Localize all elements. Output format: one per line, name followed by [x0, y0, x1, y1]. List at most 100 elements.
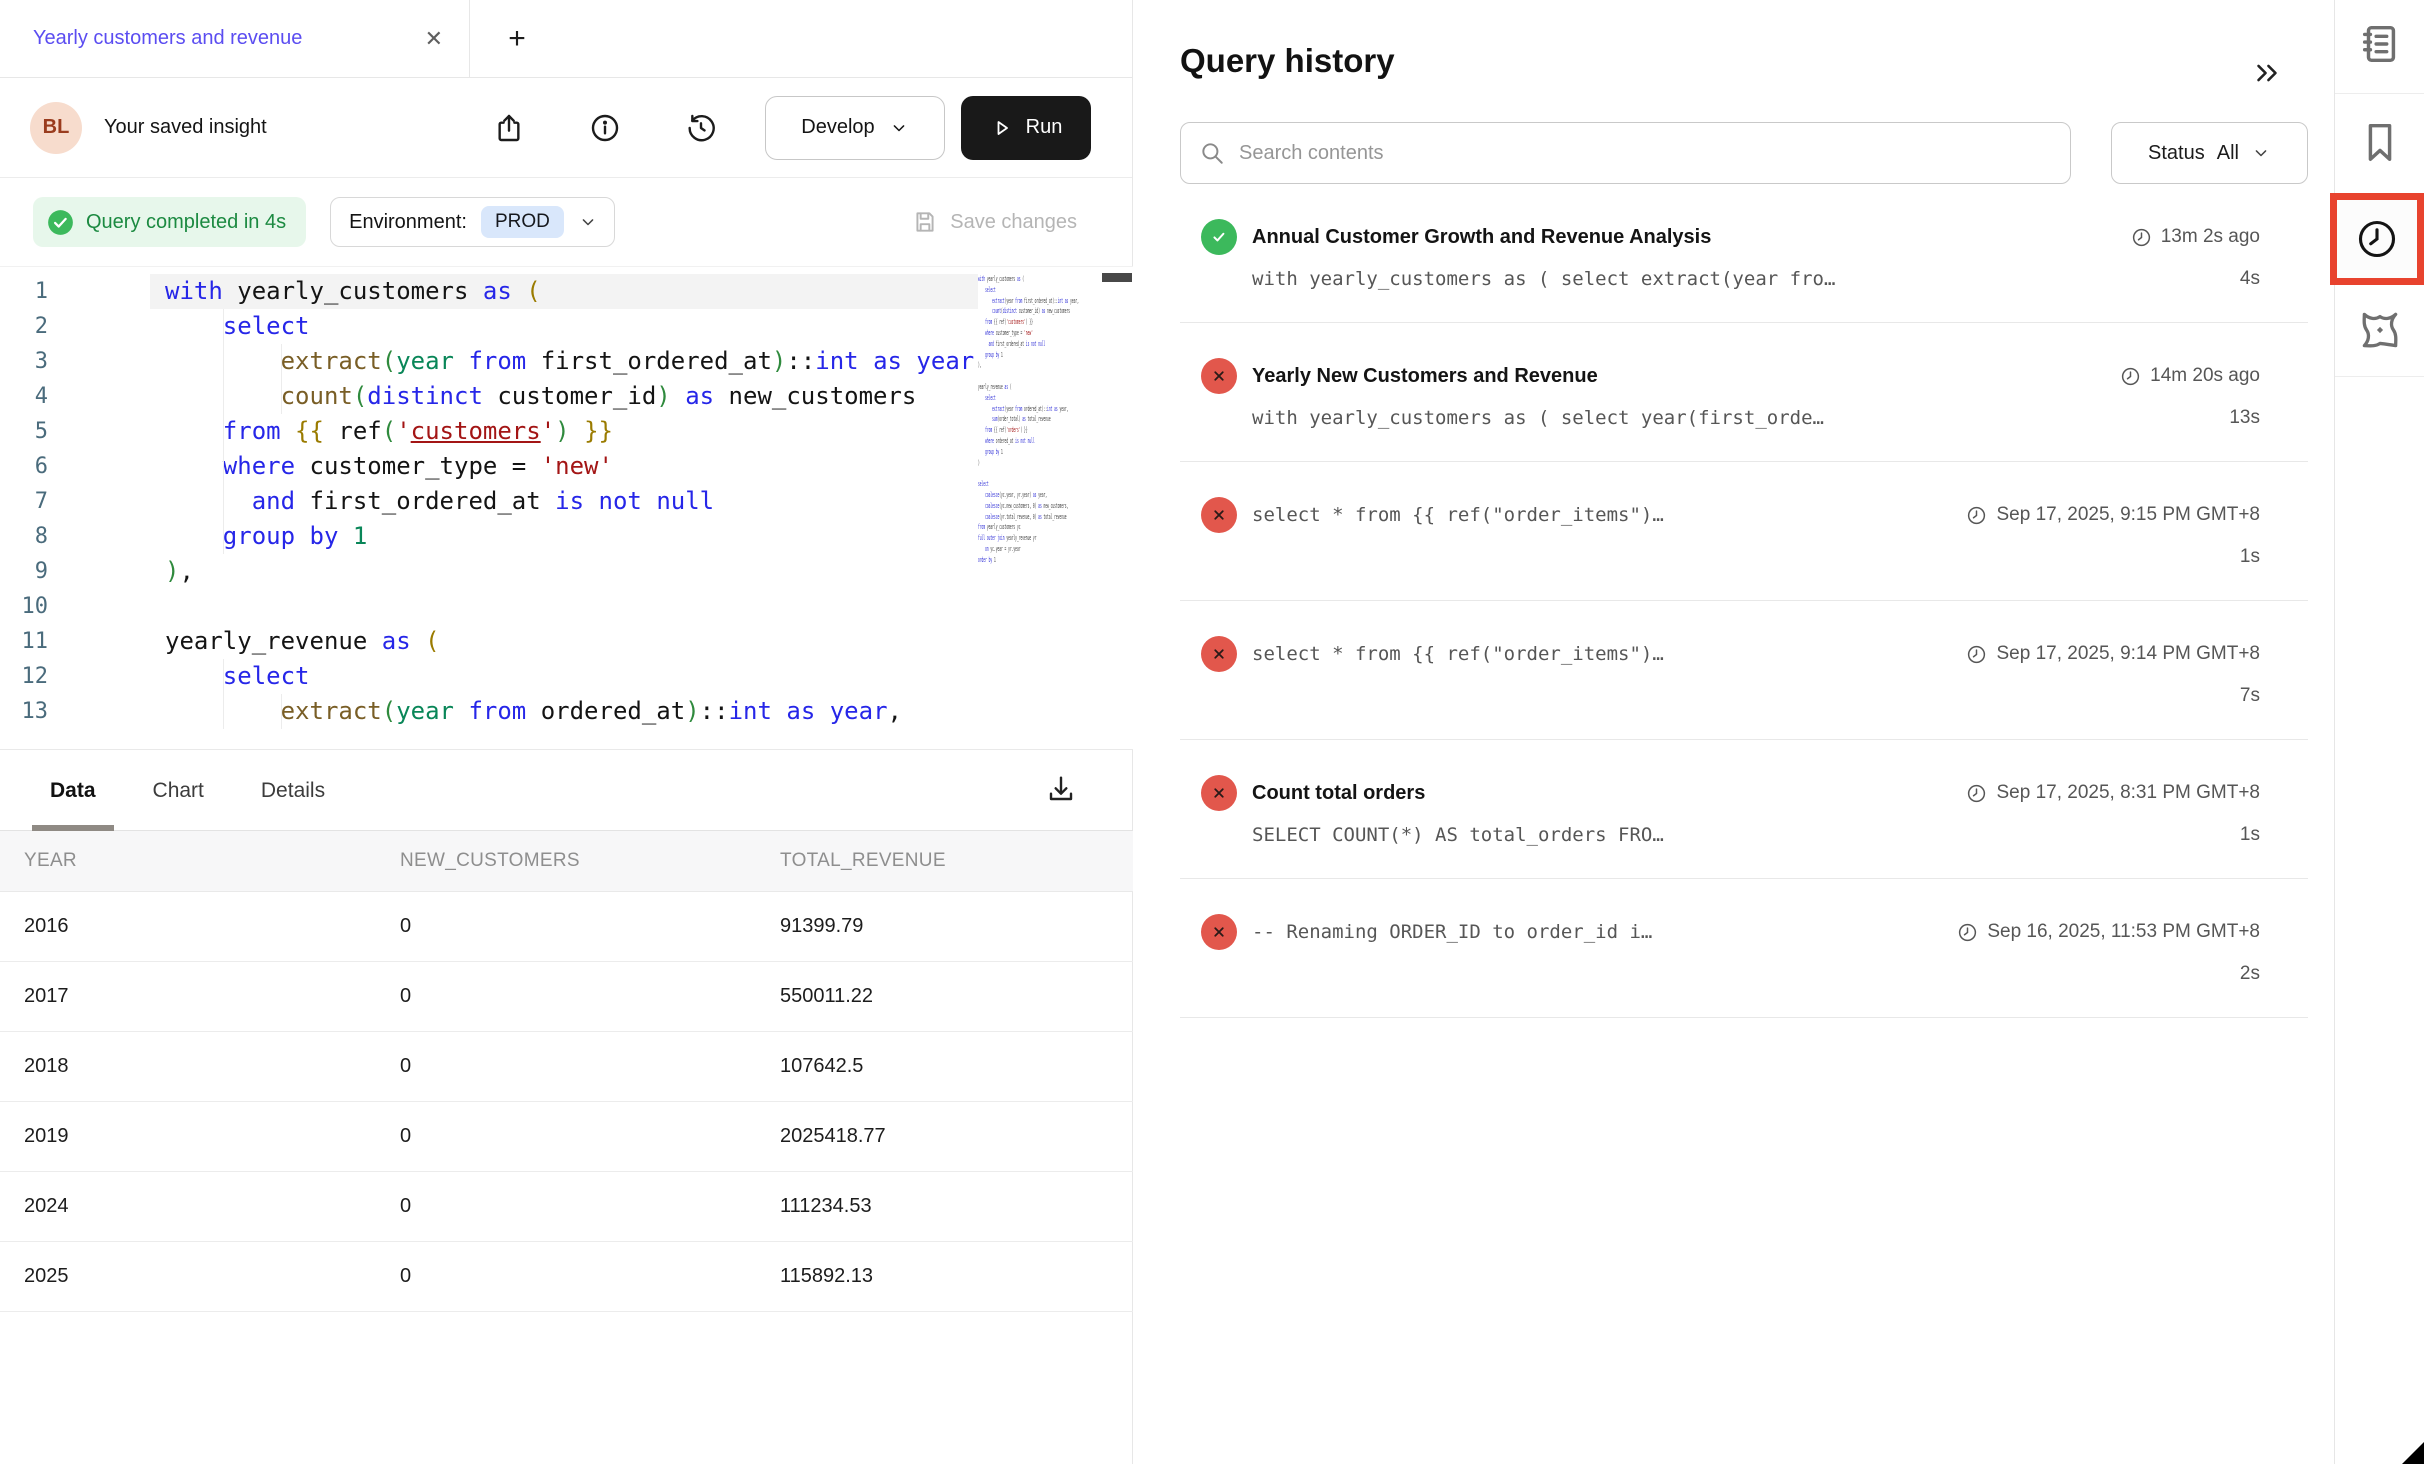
code-viewport[interactable]: 1with yearly_customers as (2 select3 ext… — [0, 274, 978, 729]
avatar: BL — [30, 102, 82, 154]
query-sql-preview: select * from {{ ref("order_items")… — [1252, 643, 1664, 665]
code-line-6[interactable]: 6 where customer_type = 'new' — [0, 449, 978, 484]
develop-button[interactable]: Develop — [765, 96, 945, 160]
download-icon[interactable] — [1045, 773, 1081, 809]
search-input-wrapper[interactable] — [1180, 122, 2071, 184]
editor-pane: Yearly customers and revenue ✕ + BL Your… — [0, 0, 1133, 1464]
code-line-10[interactable]: 10 — [0, 589, 978, 624]
tab-chart[interactable]: Chart — [153, 751, 204, 830]
editor-scrollbar[interactable] — [1102, 273, 1132, 282]
sql-ide-app: Yearly customers and revenue ✕ + BL Your… — [0, 0, 2424, 1464]
run-button[interactable]: Run — [961, 96, 1091, 160]
history-icon[interactable] — [683, 110, 719, 146]
code-line-13[interactable]: 13 extract(year from ordered_at)::int as… — [0, 694, 978, 729]
results-table: YEARNEW_CUSTOMERSTOTAL_REVENUE 201609139… — [0, 831, 1133, 1312]
line-number: 5 — [0, 414, 48, 449]
code-line-1[interactable]: 1with yearly_customers as ( — [0, 274, 978, 309]
dbt-icon[interactable] — [2357, 307, 2403, 358]
chevrons-right-icon[interactable] — [2250, 56, 2284, 95]
bookmark-icon[interactable] — [2357, 119, 2403, 170]
tab-details[interactable]: Details — [261, 751, 325, 830]
table-cell: 0 — [400, 1195, 780, 1218]
run-label: Run — [1026, 116, 1063, 139]
table-cell: 550011.22 — [780, 985, 1133, 1008]
panel-title: Query history — [1180, 42, 2308, 80]
query-status-badge: Query completed in 4s — [33, 197, 306, 247]
code-line-4[interactable]: 4 count(distinct customer_id) as new_cus… — [0, 379, 978, 414]
status-filter-dropdown[interactable]: Status All — [2111, 122, 2308, 184]
query-history-item[interactable]: select * from {{ ref("order_items")…Sep … — [1180, 462, 2308, 601]
search-input[interactable] — [1239, 142, 2052, 165]
query-history-clock-icon-highlighted[interactable] — [2330, 193, 2424, 285]
code-line-3[interactable]: 3 extract(year from first_ordered_at)::i… — [0, 344, 978, 379]
divider — [2335, 376, 2424, 377]
query-history-item[interactable]: Count total ordersSep 17, 2025, 8:31 PM … — [1180, 740, 2308, 879]
query-history-item[interactable]: Annual Customer Growth and Revenue Analy… — [1180, 184, 2308, 323]
line-number: 4 — [0, 379, 48, 414]
table-cell: 91399.79 — [780, 915, 1133, 938]
indent-guide — [281, 344, 282, 379]
code-line-5[interactable]: 5 from {{ ref('customers') }} — [0, 414, 978, 449]
query-timestamp: 14m 20s ago — [2120, 365, 2260, 387]
table-cell: 2017 — [24, 985, 400, 1008]
tab-data[interactable]: Data — [50, 751, 96, 830]
table-cell: 2019 — [24, 1125, 400, 1148]
editor-minimap[interactable]: with yearly_customers as ( select extrac… — [978, 274, 1100, 714]
code-line-8[interactable]: 8 group by 1 — [0, 519, 978, 554]
column-header: NEW_CUSTOMERS — [400, 850, 780, 872]
environment-label: Environment: — [349, 211, 467, 234]
query-sql-preview: with yearly_customers as ( select year(f… — [1252, 407, 1824, 429]
column-header: TOTAL_REVENUE — [780, 850, 1133, 872]
check-circle-icon — [47, 209, 74, 236]
page-title: Your saved insight — [104, 116, 267, 139]
tab-bar: Yearly customers and revenue ✕ + — [0, 0, 1132, 78]
line-number: 13 — [0, 694, 48, 729]
code-line-12[interactable]: 12 select — [0, 659, 978, 694]
share-icon[interactable] — [491, 110, 527, 146]
query-timestamp: Sep 17, 2025, 9:14 PM GMT+8 — [1966, 643, 2260, 665]
error-x-icon — [1201, 775, 1237, 811]
tab-yearly-customers-and-revenue[interactable]: Yearly customers and revenue ✕ — [0, 0, 470, 77]
query-history-list: Annual Customer Growth and Revenue Analy… — [1180, 184, 2308, 1018]
table-row: 201902025418.77 — [0, 1102, 1133, 1172]
table-cell: 0 — [400, 915, 780, 938]
query-duration: 13s — [2229, 407, 2260, 429]
code-line-2[interactable]: 2 select — [0, 309, 978, 344]
right-icon-rail — [2334, 0, 2424, 1464]
notebook-icon[interactable] — [2357, 21, 2403, 72]
info-icon[interactable] — [587, 110, 623, 146]
success-check-icon — [1201, 219, 1237, 255]
search-icon — [1199, 140, 1225, 166]
save-icon — [912, 209, 938, 235]
chevron-down-icon — [889, 118, 909, 138]
query-title: Annual Customer Growth and Revenue Analy… — [1252, 226, 1711, 249]
indent-guide — [223, 344, 224, 379]
indent-guide — [281, 694, 282, 729]
line-number: 2 — [0, 309, 48, 344]
chevron-down-icon — [578, 212, 598, 232]
query-duration: 4s — [2240, 268, 2260, 290]
close-icon[interactable]: ✕ — [425, 28, 443, 50]
new-tab-button[interactable]: + — [497, 22, 537, 56]
sql-code-editor[interactable]: 1with yearly_customers as (2 select3 ext… — [0, 266, 1133, 750]
query-history-item[interactable]: -- Renaming ORDER_ID to order_id i…Sep 1… — [1180, 879, 2308, 1018]
code-line-11[interactable]: 11yearly_revenue as ( — [0, 624, 978, 659]
query-duration: 1s — [2240, 824, 2260, 846]
environment-selector[interactable]: Environment: PROD — [330, 197, 615, 247]
table-row: 20250115892.13 — [0, 1242, 1133, 1312]
query-status-text: Query completed in 4s — [86, 211, 286, 234]
code-line-7[interactable]: 7 and first_ordered_at is not null — [0, 484, 978, 519]
query-timestamp: Sep 17, 2025, 9:15 PM GMT+8 — [1966, 504, 2260, 526]
line-number: 3 — [0, 344, 48, 379]
table-row: 20180107642.5 — [0, 1032, 1133, 1102]
indent-guide — [223, 484, 224, 519]
mouse-cursor — [2402, 1442, 2424, 1464]
save-changes-button[interactable]: Save changes — [912, 209, 1077, 235]
code-line-9[interactable]: 9), — [0, 554, 978, 589]
table-cell: 0 — [400, 1125, 780, 1148]
query-history-item[interactable]: select * from {{ ref("order_items")… Sep … — [1180, 601, 2308, 740]
history-controls: Status All — [1180, 122, 2308, 184]
line-number: 7 — [0, 484, 48, 519]
divider — [2335, 93, 2424, 94]
query-history-item[interactable]: Yearly New Customers and Revenue14m 20s … — [1180, 323, 2308, 462]
